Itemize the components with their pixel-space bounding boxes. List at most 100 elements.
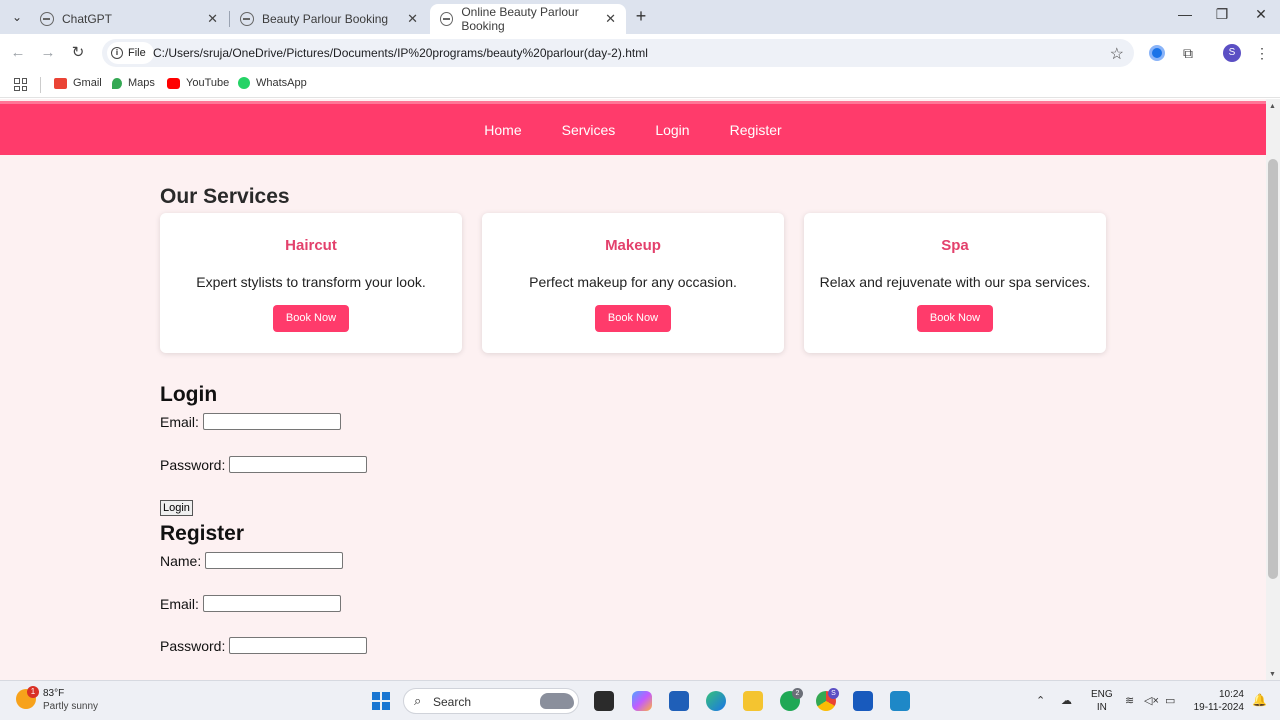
globe-icon (440, 12, 454, 26)
apps-grid-icon[interactable] (14, 78, 27, 91)
bookmark-maps[interactable]: Maps (112, 77, 155, 89)
weather-badge: 1 (27, 686, 39, 698)
email-label: Email: (160, 595, 199, 612)
windows-taskbar: 1 83°F Partly sunny ⌕ Search 2 S ⌃ ☁ ENG… (0, 680, 1280, 720)
register-password-field[interactable] (229, 637, 368, 654)
scrollbar-thumb[interactable] (1268, 159, 1278, 579)
onedrive-cloud-icon[interactable]: ☁ (1061, 694, 1072, 707)
weather-temperature[interactable]: 83°F (43, 688, 64, 699)
clock-date: 19-11-2024 (1193, 702, 1244, 713)
close-tab-icon[interactable]: ✕ (207, 11, 218, 27)
copilot-icon[interactable] (632, 691, 652, 711)
extension-icon[interactable] (1149, 45, 1165, 61)
password-label: Password: (160, 456, 226, 473)
bookmark-youtube[interactable]: YouTube (167, 77, 229, 89)
login-email-field[interactable] (202, 413, 341, 430)
scroll-down-arrow-icon[interactable]: ▼ (1269, 671, 1276, 678)
close-window-button[interactable]: ✕ (1251, 6, 1271, 23)
close-tab-icon[interactable]: ✕ (605, 11, 616, 27)
search-label: Search (433, 695, 472, 709)
forward-arrow-icon[interactable]: → (38, 43, 58, 63)
bookmark-star-icon[interactable]: ☆ (1110, 44, 1124, 64)
weather-description[interactable]: Partly sunny (43, 701, 98, 712)
name-label: Name: (160, 552, 202, 569)
task-view-icon[interactable] (594, 691, 614, 711)
taskbar-search[interactable]: ⌕ Search (403, 688, 579, 714)
system-clock[interactable]: 10:24 19-11-2024 (1190, 688, 1244, 714)
language-code: ENG (1091, 689, 1113, 700)
tab-title: ChatGPT (62, 12, 113, 26)
globe-icon (240, 12, 254, 26)
service-title: Haircut (285, 237, 337, 254)
register-name-field[interactable] (205, 552, 344, 569)
language-indicator[interactable]: ENG IN (1091, 688, 1113, 714)
nav-home[interactable]: Home (464, 122, 541, 138)
book-now-button[interactable]: Book Now (272, 305, 350, 332)
microsoft-store-icon[interactable] (669, 691, 689, 711)
password-label: Password: (160, 637, 226, 654)
vertical-scrollbar[interactable]: ▲ ▼ (1266, 99, 1280, 680)
whatsapp-icon (238, 77, 250, 89)
site-info-label: File (128, 47, 146, 59)
browser-toolbar: ← → ↻ i File C:/Users/sruja/OneDrive/Pic… (0, 34, 1280, 72)
bookmark-label: WhatsApp (256, 77, 307, 89)
page-viewport: Home Services Login Register Our Service… (0, 99, 1266, 680)
register-password-row: Password: (160, 637, 368, 654)
notepad-icon[interactable] (890, 691, 910, 711)
wifi-icon[interactable]: ≋ (1125, 694, 1134, 707)
word-icon[interactable] (853, 691, 873, 711)
tab-title: Online Beauty Parlour Booking (461, 5, 579, 33)
service-card-makeup: Makeup Perfect makeup for any occasion. … (482, 213, 784, 353)
windows-start-icon[interactable] (372, 692, 390, 710)
book-now-button[interactable]: Book Now (594, 305, 672, 332)
login-submit-button[interactable]: Login (160, 500, 193, 516)
new-tab-button[interactable]: + (632, 6, 650, 27)
notification-bell-icon[interactable]: 🔔 (1252, 693, 1267, 707)
search-icon: ⌕ (414, 693, 422, 708)
info-icon: i (111, 47, 123, 59)
services-heading: Our Services (160, 185, 290, 208)
back-arrow-icon[interactable]: ← (8, 43, 28, 63)
tab-beauty-parlour-booking[interactable]: Beauty Parlour Booking ✕ (230, 4, 428, 34)
volume-muted-icon[interactable]: ◁× (1144, 694, 1159, 707)
battery-icon[interactable]: ▭ (1165, 694, 1175, 707)
clock-time: 10:24 (1218, 689, 1244, 700)
bookmark-label: Maps (128, 77, 155, 89)
profile-avatar[interactable]: S (1223, 44, 1241, 62)
gmail-icon (54, 77, 67, 89)
register-email-field[interactable] (202, 595, 341, 612)
extensions-puzzle-icon[interactable]: ⧉ (1180, 45, 1196, 61)
register-heading: Register (160, 522, 245, 545)
file-explorer-icon[interactable] (743, 691, 763, 711)
book-now-button[interactable]: Book Now (916, 305, 994, 332)
maps-pin-icon (112, 77, 122, 89)
bookmarks-bar: Gmail Maps YouTube WhatsApp (0, 72, 1280, 98)
service-description: Relax and rejuvenate with our spa servic… (819, 274, 1091, 290)
tab-search-chevron-icon[interactable]: ⌄ (8, 7, 26, 27)
bookmark-gmail[interactable]: Gmail (54, 77, 102, 89)
login-password-field[interactable] (229, 456, 368, 473)
tab-chatgpt[interactable]: ChatGPT ✕ (30, 4, 228, 34)
menu-kebab-icon[interactable]: ⋮ (1254, 45, 1270, 61)
email-label: Email: (160, 413, 199, 430)
maximize-button[interactable]: ❐ (1212, 6, 1232, 23)
close-tab-icon[interactable]: ✕ (407, 11, 418, 27)
search-highlight-art (540, 693, 574, 709)
url-text[interactable]: C:/Users/sruja/OneDrive/Pictures/Documen… (153, 46, 648, 60)
language-region: IN (1096, 702, 1107, 713)
nav-services[interactable]: Services (542, 122, 636, 138)
edge-browser-icon[interactable] (706, 691, 726, 711)
nav-login[interactable]: Login (635, 122, 709, 138)
reload-icon[interactable]: ↻ (68, 43, 88, 63)
login-password-row: Password: (160, 456, 368, 473)
nav-register[interactable]: Register (710, 122, 802, 138)
address-bar[interactable]: i File C:/Users/sruja/OneDrive/Pictures/… (102, 39, 1134, 67)
tab-online-beauty-parlour-booking[interactable]: Online Beauty Parlour Booking ✕ (430, 4, 626, 34)
bookmark-label: YouTube (186, 77, 230, 89)
bookmark-whatsapp[interactable]: WhatsApp (238, 77, 307, 89)
scroll-up-arrow-icon[interactable]: ▲ (1269, 103, 1276, 110)
show-hidden-icons-chevron-icon[interactable]: ⌃ (1036, 694, 1045, 707)
site-info-chip[interactable]: i File (107, 42, 154, 64)
bookmarks-divider (40, 77, 41, 93)
minimize-button[interactable]: — (1175, 6, 1195, 22)
